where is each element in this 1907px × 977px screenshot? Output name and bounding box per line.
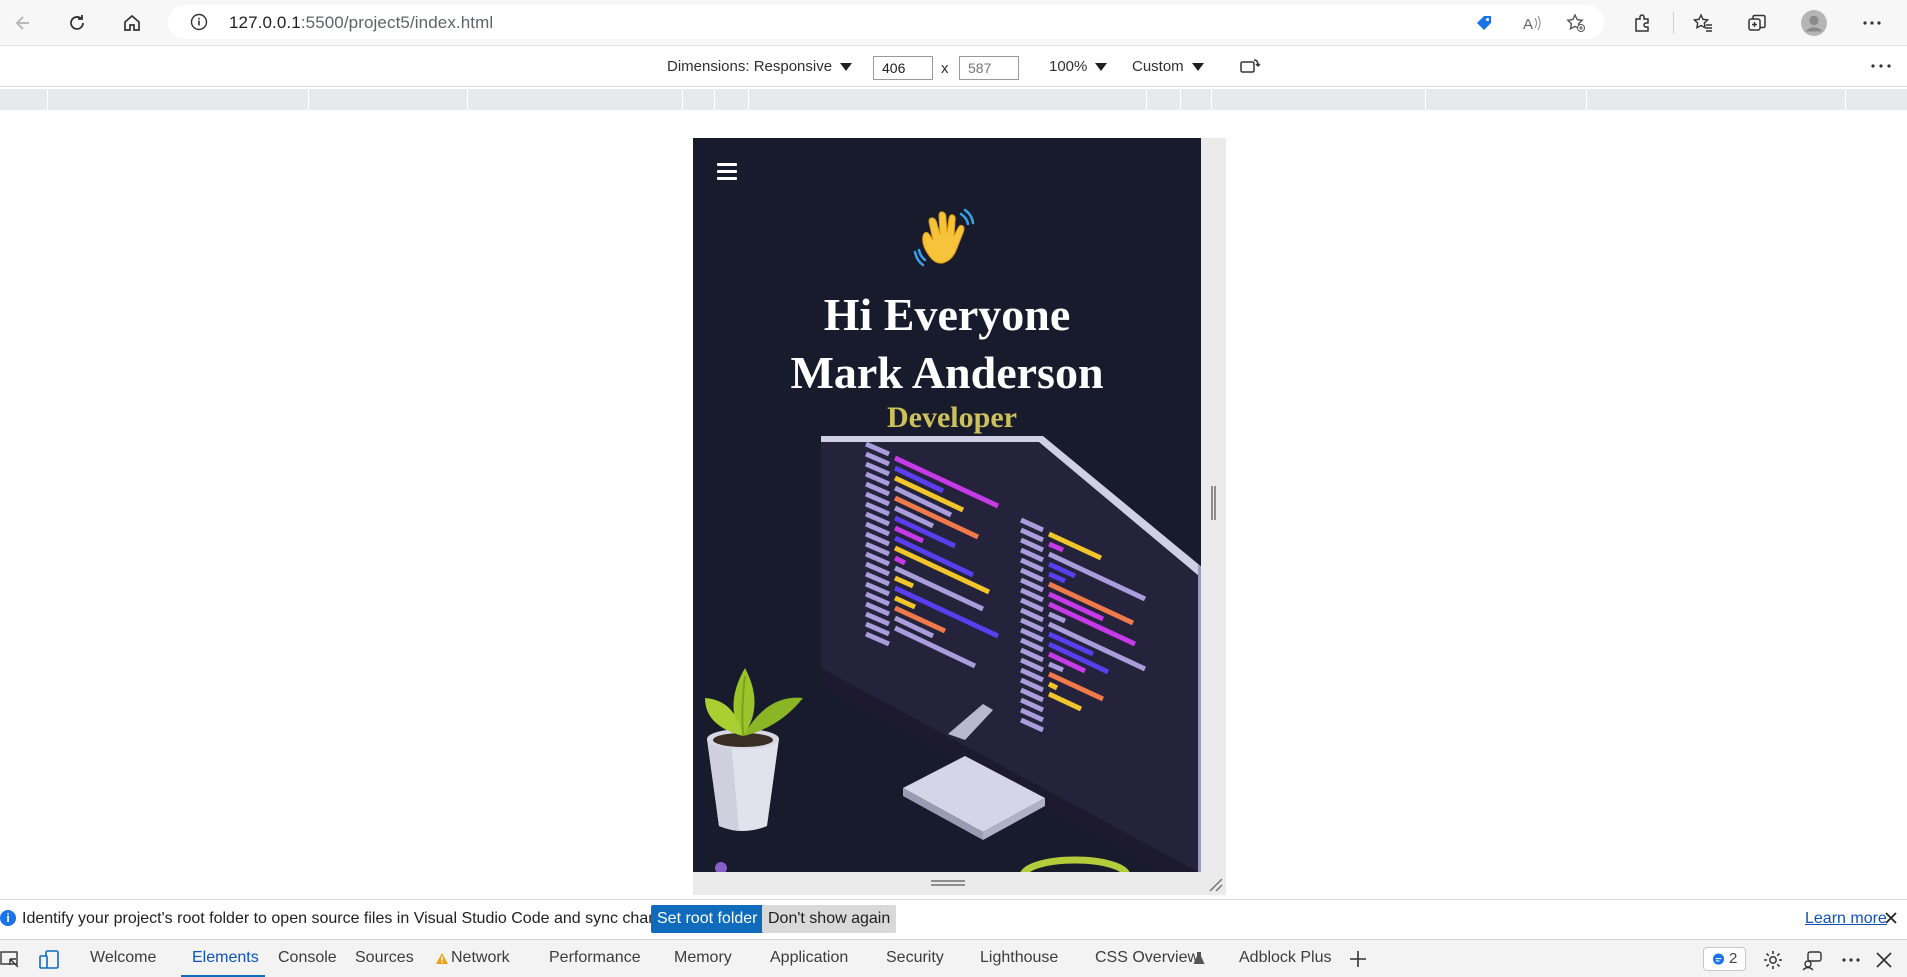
tab-network[interactable]: Network — [451, 949, 510, 967]
width-input[interactable] — [873, 56, 933, 80]
resize-handle-bottom[interactable] — [693, 872, 1226, 895]
tab-sources[interactable]: Sources — [355, 949, 414, 967]
waving-hand-icon — [913, 208, 975, 267]
inspect-icon[interactable] — [0, 949, 22, 971]
more-options-icon[interactable] — [1870, 60, 1892, 72]
resize-corner-icon[interactable] — [1206, 875, 1224, 893]
developer-illustration — [705, 436, 1201, 872]
dimension-separator: x — [941, 60, 949, 77]
address-bar[interactable]: 127.0.0.1:5500/project5/index.html A — [168, 5, 1604, 39]
add-tab-icon[interactable] — [1348, 949, 1368, 969]
greeting-heading: Hi Everyone — [823, 289, 1071, 340]
emulated-page: Hi Everyone Mark Anderson Developer — [693, 138, 1201, 872]
feedback-icon[interactable] — [1802, 949, 1824, 971]
extensions-icon[interactable] — [1628, 9, 1656, 37]
dimensions-label: Dimensions: Responsive — [667, 58, 833, 75]
viewport-stage: Hi Everyone Mark Anderson Developer — [0, 110, 1907, 897]
chevron-down-icon — [1191, 62, 1204, 71]
favorites-icon[interactable] — [1689, 9, 1717, 37]
chevron-down-icon — [1095, 62, 1108, 71]
add-favorite-icon[interactable] — [1566, 13, 1586, 33]
tab-lighthouse[interactable]: Lighthouse — [980, 949, 1058, 967]
svg-text:A: A — [1523, 16, 1533, 33]
devtools-tabbar: Welcome Elements Console Sources Network… — [0, 939, 1907, 977]
dont-show-again-button[interactable]: Don't show again — [762, 905, 897, 933]
menu-icon[interactable] — [717, 163, 737, 181]
device-toolbar: Dimensions: Responsive x 100% Custom — [0, 47, 1907, 87]
tab-performance[interactable]: Performance — [549, 949, 641, 967]
zoom-label: 100% — [1049, 58, 1088, 75]
vscode-infobar: i Identify your project's root folder to… — [0, 899, 1907, 938]
tab-application[interactable]: Application — [770, 949, 848, 967]
issues-badge[interactable]: 2 — [1703, 947, 1747, 971]
browser-toolbar: 127.0.0.1:5500/project5/index.html A — [0, 0, 1907, 46]
device-toggle-icon[interactable] — [38, 949, 60, 971]
gear-icon[interactable] — [1762, 949, 1784, 971]
throttle-label: Custom — [1132, 58, 1184, 75]
more-tools-icon[interactable] — [1840, 949, 1862, 971]
shopping-tag-icon[interactable] — [1474, 13, 1494, 33]
name-heading: Mark Anderson — [790, 347, 1104, 398]
issues-count: 2 — [1729, 950, 1738, 967]
site-info-icon[interactable] — [190, 13, 208, 31]
close-icon[interactable] — [1882, 909, 1900, 927]
tab-welcome[interactable]: Welcome — [90, 949, 156, 967]
read-aloud-icon[interactable]: A — [1522, 13, 1542, 33]
close-devtools-icon[interactable] — [1873, 949, 1895, 971]
experiment-flask-icon — [1193, 952, 1205, 964]
toolbar-divider — [1673, 12, 1674, 34]
url-text[interactable]: 127.0.0.1:5500/project5/index.html — [229, 13, 493, 33]
collections-icon[interactable] — [1743, 9, 1771, 37]
resize-handle-right[interactable] — [1201, 138, 1226, 895]
throttle-dropdown[interactable]: Custom — [1132, 58, 1204, 75]
tab-security[interactable]: Security — [886, 949, 944, 967]
info-icon: i — [0, 910, 16, 926]
infobar-message: Identify your project's root folder to o… — [22, 910, 688, 927]
role-text: Developer — [887, 401, 1017, 434]
height-input[interactable] — [959, 56, 1019, 80]
warning-icon — [436, 953, 448, 964]
tab-css-overview[interactable]: CSS Overview — [1095, 949, 1199, 967]
learn-more-link[interactable]: Learn more — [1805, 910, 1887, 928]
dimensions-dropdown[interactable]: Dimensions: Responsive — [667, 58, 853, 75]
tab-console[interactable]: Console — [278, 949, 337, 967]
profile-avatar[interactable] — [1800, 9, 1828, 37]
tab-memory[interactable]: Memory — [674, 949, 732, 967]
home-icon[interactable] — [118, 9, 146, 37]
media-query-ruler[interactable] — [0, 89, 1907, 110]
tab-elements[interactable]: Elements — [192, 949, 259, 967]
chevron-down-icon — [840, 62, 853, 71]
tab-adblock-plus[interactable]: Adblock Plus — [1239, 949, 1332, 967]
back-icon[interactable] — [9, 9, 37, 37]
zoom-dropdown[interactable]: 100% — [1049, 58, 1108, 75]
settings-more-icon[interactable] — [1858, 9, 1886, 37]
message-icon — [1712, 952, 1725, 965]
set-root-folder-button[interactable]: Set root folder — [651, 905, 764, 933]
refresh-icon[interactable] — [63, 9, 91, 37]
rotate-icon[interactable] — [1239, 57, 1261, 77]
